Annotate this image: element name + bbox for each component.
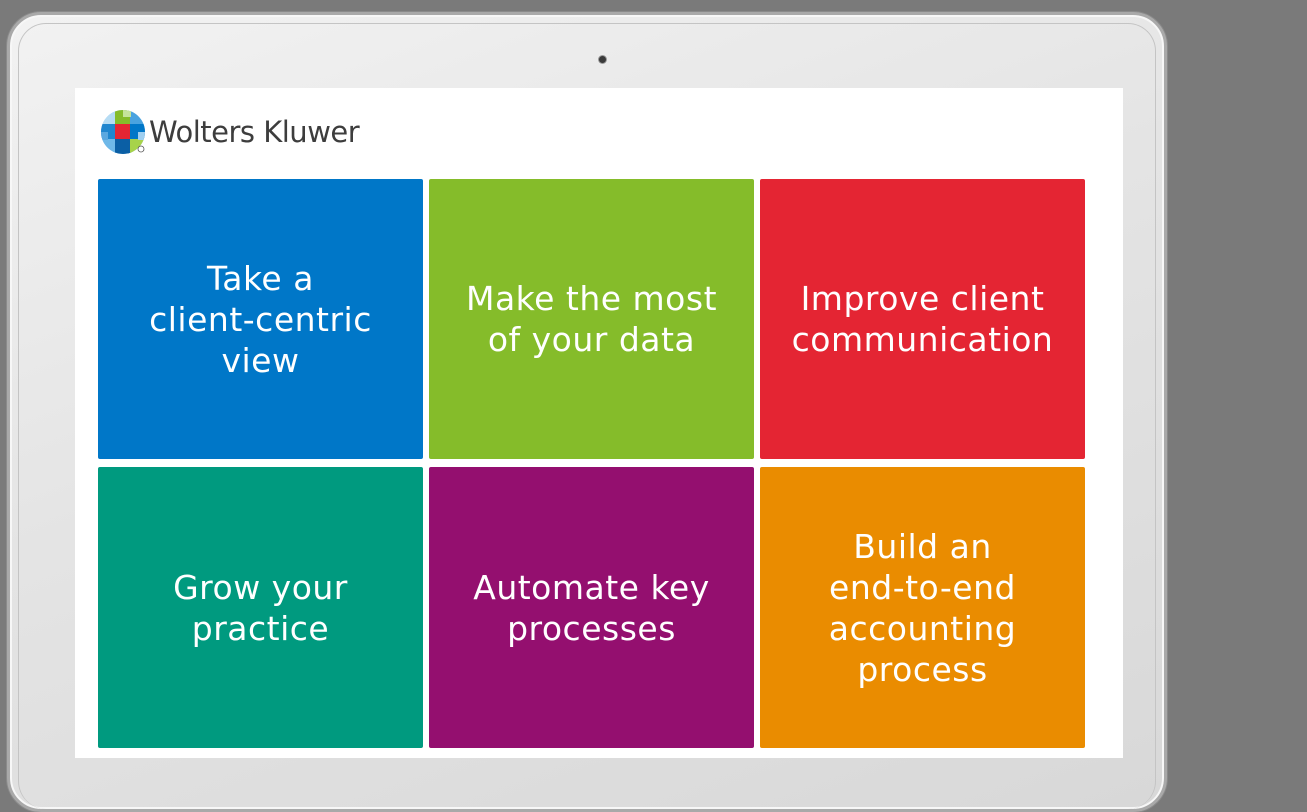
tile-automate-key-processes[interactable]: Automate key processes: [429, 467, 754, 748]
laptop-frame: Wolters Kluwer Take a client-centric vie…: [7, 12, 1167, 812]
tile-label: Build an end-to-end accounting process: [828, 526, 1017, 689]
brand-header: Wolters Kluwer: [100, 109, 360, 155]
tile-grow-your-practice[interactable]: Grow your practice: [98, 467, 423, 748]
wolters-kluwer-logo-icon: [101, 110, 145, 154]
tile-label: Grow your practice: [173, 567, 348, 648]
tile-improve-client-communication[interactable]: Improve client communication: [760, 179, 1085, 459]
tile-label: Make the most of your data: [465, 279, 718, 359]
camera-icon: [599, 56, 606, 63]
tile-label: Take a client-centric view: [149, 258, 372, 380]
tile-client-centric-view[interactable]: Take a client-centric view: [98, 179, 423, 459]
laptop-screen: Wolters Kluwer Take a client-centric vie…: [75, 88, 1123, 758]
tile-make-most-of-data[interactable]: Make the most of your data: [429, 179, 754, 459]
tile-label: Automate key processes: [473, 567, 710, 648]
tile-label: Improve client communication: [791, 279, 1054, 359]
tile-end-to-end-accounting-process[interactable]: Build an end-to-end accounting process: [760, 467, 1085, 748]
brand-name: Wolters Kluwer: [149, 115, 360, 149]
